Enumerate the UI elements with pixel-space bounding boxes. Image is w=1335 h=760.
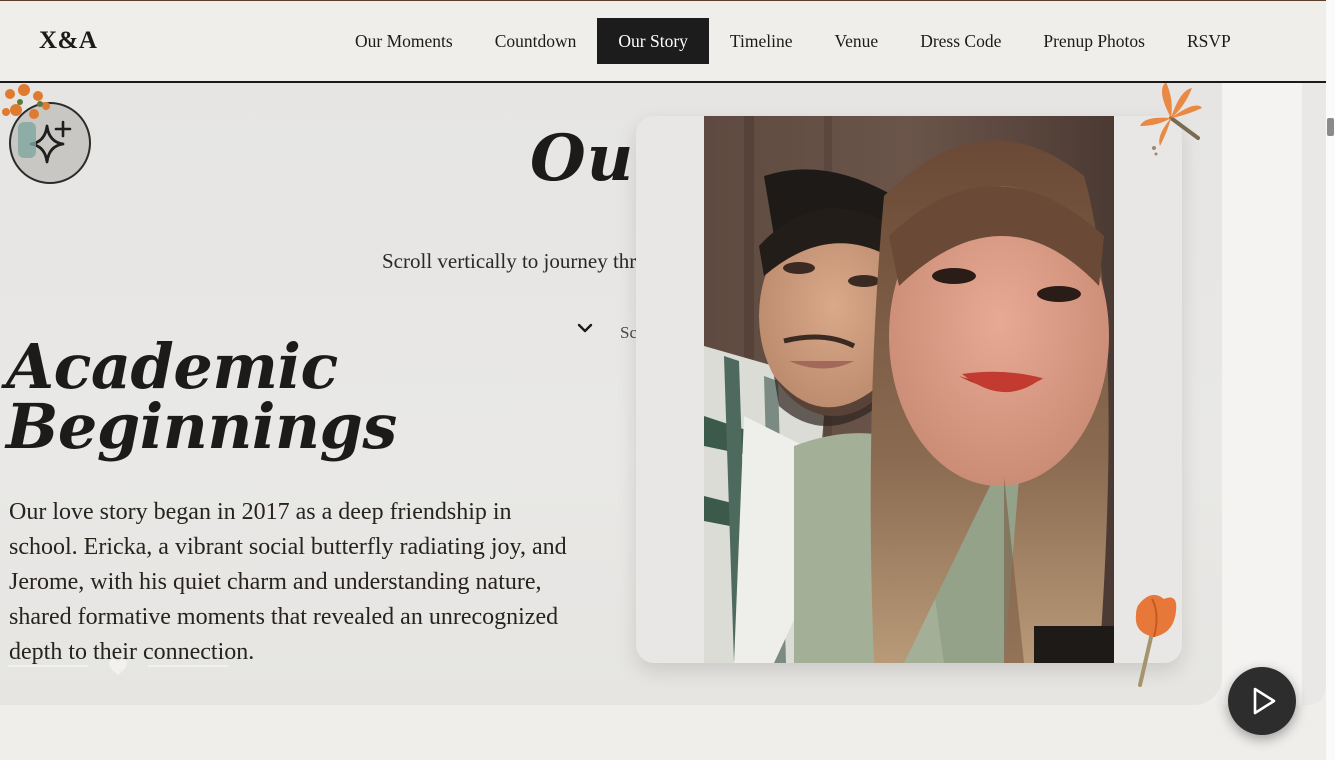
divider-right xyxy=(148,665,228,667)
chevron-down-icon xyxy=(577,323,593,333)
nav-links: Our Moments Countdown Our Story Timeline… xyxy=(334,18,1252,64)
chapter-title-line-2: Beginnings xyxy=(6,390,397,463)
story-photo-card xyxy=(636,116,1182,663)
heart-icon xyxy=(109,659,127,675)
nav-link-countdown[interactable]: Countdown xyxy=(474,18,598,64)
side-panel-edge xyxy=(1302,83,1326,705)
brand-logo[interactable]: X&A xyxy=(39,27,97,55)
side-panel xyxy=(1222,83,1304,705)
tulip-flower-icon xyxy=(1135,594,1177,687)
nav-link-our-moments[interactable]: Our Moments xyxy=(334,18,474,64)
chapter-title: Academic Beginnings xyxy=(6,330,397,463)
chapter-title-line-1: Academic xyxy=(6,330,338,403)
nav-link-timeline[interactable]: Timeline xyxy=(709,18,814,64)
chapter-body: Our love story began in 2017 as a deep f… xyxy=(9,499,567,665)
music-play-button[interactable] xyxy=(1228,667,1296,735)
couple-photo xyxy=(704,116,1114,663)
divider-left xyxy=(8,665,88,667)
play-icon xyxy=(1253,687,1276,715)
scrollbar-thumb[interactable] xyxy=(1327,118,1334,136)
scrollbar-track[interactable] xyxy=(1326,0,1335,760)
nav-link-rsvp[interactable]: RSVP xyxy=(1166,18,1252,64)
nav-link-dress-code[interactable]: Dress Code xyxy=(899,18,1022,64)
nav-link-prenup-photos[interactable]: Prenup Photos xyxy=(1022,18,1166,64)
top-navigation: X&A Our Moments Countdown Our Story Time… xyxy=(0,1,1326,83)
nav-link-venue[interactable]: Venue xyxy=(813,18,899,64)
lily-flower-icon xyxy=(1140,82,1202,156)
nav-link-our-story[interactable]: Our Story xyxy=(597,18,709,64)
flower-bouquet-icon xyxy=(2,84,50,158)
